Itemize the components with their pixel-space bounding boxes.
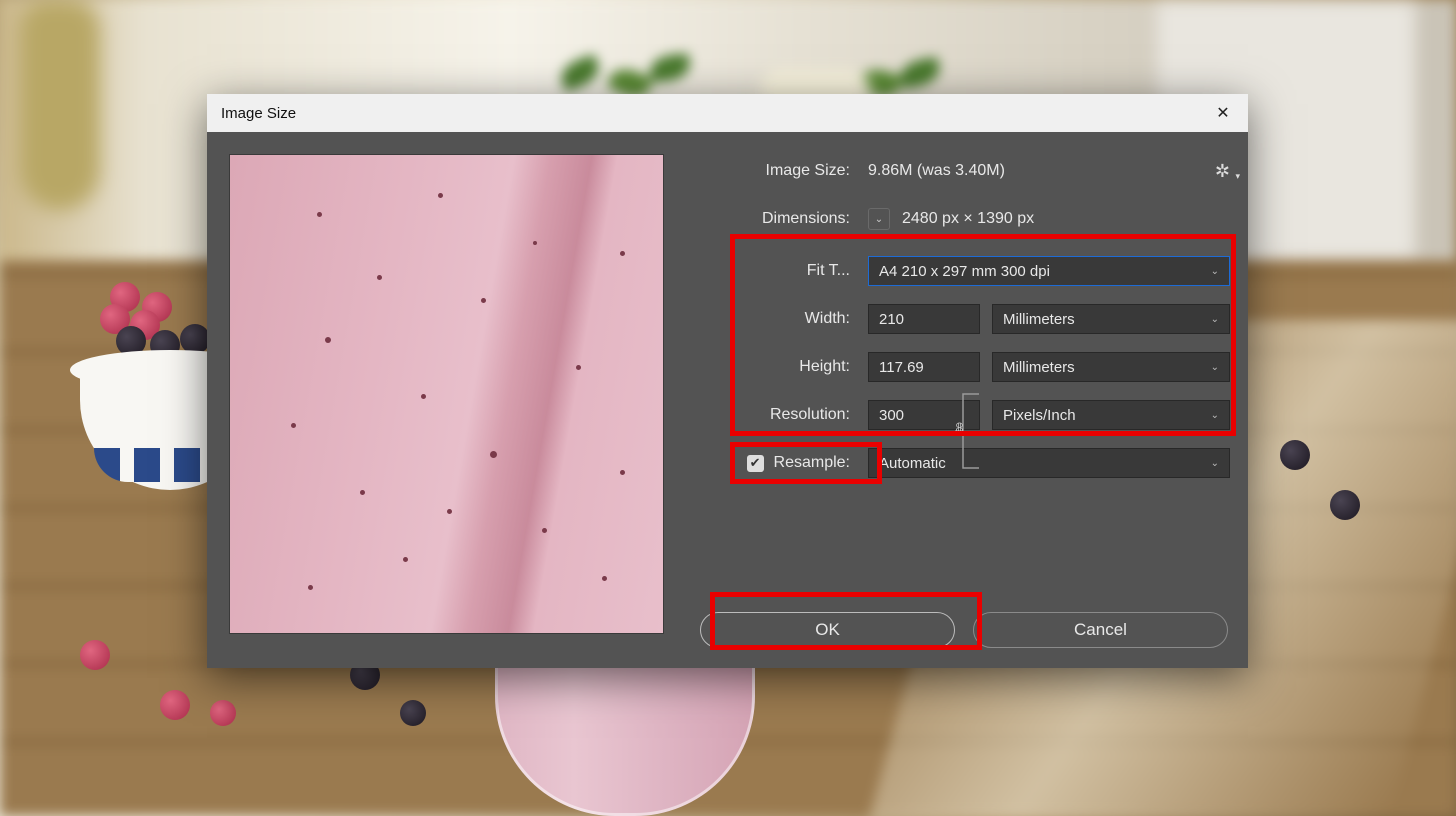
resample-checkbox[interactable]: ✔ (747, 455, 764, 472)
gear-icon[interactable]: ✲ (1215, 161, 1230, 182)
chevron-down-icon: ⌄ (1211, 458, 1219, 469)
width-unit-select[interactable]: Millimeters ⌄ (992, 304, 1230, 334)
chevron-down-icon: ⌄ (1211, 266, 1219, 277)
dialog-title: Image Size (221, 105, 296, 122)
image-size-dialog: Image Size ✕ Image Size: 9.86M (was 3.40… (207, 94, 1248, 668)
width-input[interactable]: 210 (868, 304, 980, 334)
image-size-value: 9.86M (was 3.40M) (868, 162, 1005, 180)
dimensions-label: Dimensions: (698, 210, 868, 228)
fit-to-select[interactable]: A4 210 x 297 mm 300 dpi ⌄ (868, 256, 1230, 286)
blackberry (1280, 440, 1310, 470)
height-input[interactable]: 117.69 (868, 352, 980, 382)
close-button[interactable]: ✕ (1198, 94, 1248, 132)
cancel-button[interactable]: Cancel (973, 612, 1228, 648)
chevron-down-icon: ⌄ (1211, 362, 1219, 373)
raspberry (210, 700, 236, 726)
image-preview (229, 154, 664, 634)
dimensions-value: 2480 px × 1390 px (902, 210, 1034, 228)
raspberry (160, 690, 190, 720)
chevron-down-icon: ⌄ (875, 214, 883, 225)
chevron-down-icon: ⌄ (1211, 314, 1219, 325)
raspberry (80, 640, 110, 670)
width-label: Width: (698, 310, 868, 328)
close-icon: ✕ (1216, 103, 1229, 123)
resolution-unit-select[interactable]: Pixels/Inch ⌄ (992, 400, 1230, 430)
image-size-label: Image Size: (698, 162, 868, 180)
ok-button[interactable]: OK (700, 612, 955, 648)
height-label: Height: (698, 358, 868, 376)
height-unit-select[interactable]: Millimeters ⌄ (992, 352, 1230, 382)
blackberry (400, 700, 426, 726)
resolution-label: Resolution: (698, 406, 868, 424)
fit-to-label: Fit T... (698, 262, 868, 280)
fit-to-value: A4 210 x 297 mm 300 dpi (879, 263, 1050, 280)
dialog-titlebar[interactable]: Image Size ✕ (207, 94, 1248, 132)
dimensions-unit-toggle[interactable]: ⌄ (868, 208, 890, 230)
chevron-down-icon: ⌄ (1211, 410, 1219, 421)
resample-method-select[interactable]: Automatic ⌄ (868, 448, 1230, 478)
blackberry (1330, 490, 1360, 520)
link-icon[interactable]: 𝟠 (955, 420, 964, 437)
resample-label: Resample: (774, 454, 850, 472)
